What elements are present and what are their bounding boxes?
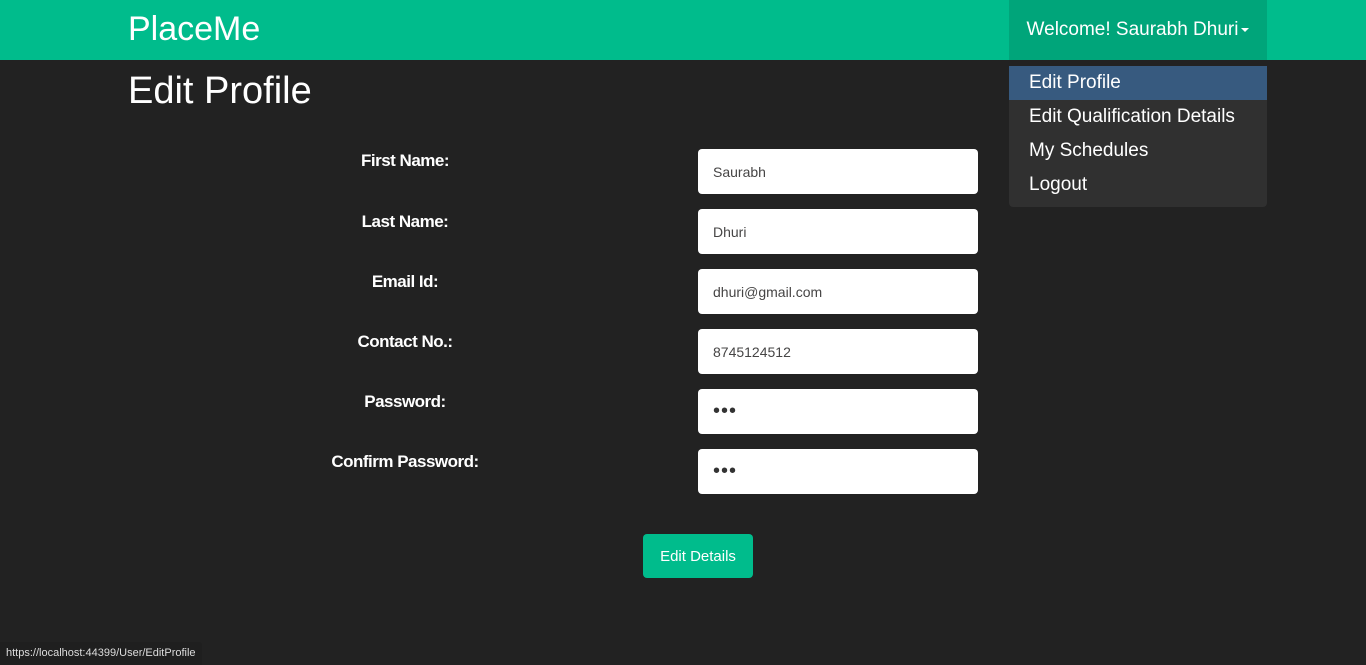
brand-logo-link[interactable]: PlaceMe [128,10,260,49]
confirm-password-input[interactable] [698,449,978,494]
navbar: PlaceMe Welcome! Saurabh Dhuri [0,0,1366,60]
contact-label: Contact No.: [357,332,453,351]
email-label: Email Id: [371,272,439,291]
confirm-password-label: Confirm Password: [331,452,479,471]
last-name-input[interactable] [698,209,978,254]
form-row-confirm-password: Confirm Password: [0,449,1366,495]
page-title: Edit Profile [128,70,312,112]
form-row-contact: Contact No.: [0,329,1366,375]
dropdown-item-edit-qualification-details[interactable]: Edit Qualification Details [1009,100,1267,134]
caret-down-icon [1241,28,1250,32]
first-name-input[interactable] [698,149,978,194]
status-bar-url: https://localhost:44399/User/EditProfile [0,642,202,665]
first-name-label: First Name: [360,151,450,170]
form-row-password: Password: [0,389,1366,435]
form-row-last-name: Last Name: [0,209,1366,255]
form-row-first-name: First Name: [0,149,1366,195]
password-input[interactable] [698,389,978,434]
user-menu-label: Welcome! Saurabh Dhuri [1026,19,1239,40]
password-label: Password: [364,392,446,411]
email-input[interactable] [698,269,978,314]
edit-details-button[interactable]: Edit Details [643,534,753,578]
contact-input[interactable] [698,329,978,374]
last-name-label: Last Name: [361,212,449,231]
user-menu-toggle[interactable]: Welcome! Saurabh Dhuri [1009,0,1267,60]
dropdown-item-edit-profile[interactable]: Edit Profile [1009,66,1267,100]
form-row-email: Email Id: [0,269,1366,315]
